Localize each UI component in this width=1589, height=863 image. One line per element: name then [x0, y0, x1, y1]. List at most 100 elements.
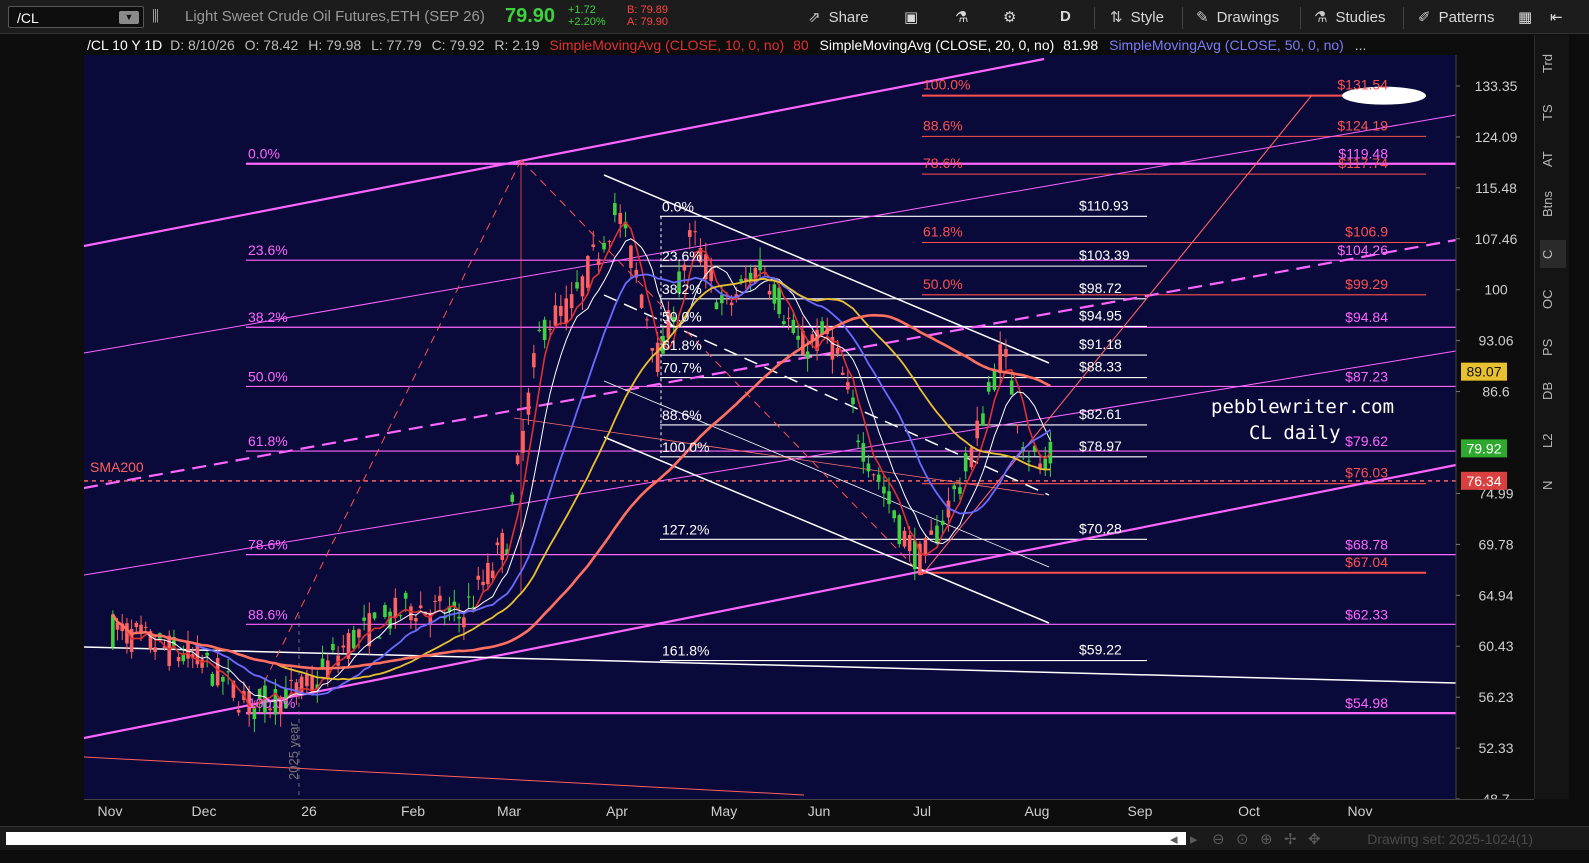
date-tick-label: Mar	[496, 803, 522, 819]
candle-body	[840, 372, 845, 375]
right-side-rail: Trd TS AT Btns C OC PS DB L2 N	[1534, 35, 1569, 799]
gear-icon[interactable]: ⚙	[1003, 8, 1016, 26]
candle-body	[1004, 349, 1008, 357]
candle-body	[134, 622, 139, 627]
collapse-icon[interactable]: ⇤	[1550, 8, 1563, 26]
watermark-line-2: CL daily	[1249, 422, 1341, 444]
fib-price-left: $87.23	[1345, 368, 1388, 384]
change-percent: +2.20%	[568, 16, 606, 28]
candle-body	[226, 671, 230, 673]
share-button[interactable]: ⇗ Share	[808, 8, 869, 26]
aggregation-button[interactable]: D	[1060, 8, 1071, 25]
grid-icon[interactable]: ▦	[1518, 8, 1532, 26]
fib-price-mid: $91.18	[1079, 336, 1122, 352]
date-tick-label: Apr	[606, 803, 628, 819]
fib-price-left: $79.62	[1345, 433, 1388, 449]
candle-body	[887, 491, 891, 505]
candle-body	[486, 562, 490, 585]
candle-body	[629, 245, 633, 268]
fib-price-left: $54.98	[1345, 695, 1388, 711]
candle-body	[351, 630, 356, 649]
price-tick-label: 56.23	[1478, 689, 1513, 705]
beaker-icon: ⚗	[1314, 9, 1328, 26]
rail-tab-l2[interactable]: L2	[1540, 427, 1566, 455]
hdr-range: R: 2.19	[494, 37, 539, 53]
drawings-button[interactable]: ✎ Drawings	[1196, 8, 1279, 26]
fib-pct-red: 88.6%	[923, 117, 963, 133]
candle-body	[537, 329, 542, 331]
candle-body	[835, 347, 840, 354]
fib-price-red: $67.04	[1345, 554, 1388, 570]
rail-tab-ts[interactable]: TS	[1540, 99, 1566, 127]
candle-body	[591, 244, 596, 247]
rail-tab-btns[interactable]: Btns	[1540, 185, 1566, 223]
chart-plot-area[interactable]: 0.0% $119.48 23.6% $104.26 38.2% $94.84 50.0% $…	[84, 35, 1534, 799]
candle-body	[559, 306, 563, 317]
candle-body	[714, 302, 719, 310]
rail-tab-at[interactable]: AT	[1540, 145, 1566, 173]
rail-tab-c[interactable]: C	[1540, 240, 1566, 268]
style-icon: ⇅	[1110, 9, 1123, 26]
hdr-more: ...	[1355, 37, 1367, 53]
zoom-out-icon[interactable]: ⊖	[1212, 830, 1225, 848]
date-tick-label: Nov	[1347, 803, 1373, 819]
rail-tab-oc[interactable]: OC	[1540, 285, 1566, 313]
rail-tab-trd[interactable]: Trd	[1540, 49, 1566, 77]
bid-ask: B: 79.89 A: 79.90	[627, 4, 668, 28]
vertical-scrollbar[interactable]	[1569, 35, 1589, 799]
camera-icon[interactable]: ▣	[904, 8, 918, 26]
scroll-right-icon[interactable]: ▸	[1190, 830, 1198, 848]
candle-body	[786, 317, 791, 319]
zoom-reset-icon[interactable]: ⊙	[1236, 830, 1249, 848]
candle-body	[720, 294, 724, 304]
candle-body	[357, 629, 361, 638]
symbol-selector[interactable]: /CL ▼	[8, 6, 144, 28]
fib-pct-mid: 23.6%	[662, 248, 702, 264]
horizontal-scrollbar[interactable]	[6, 832, 1186, 845]
fib-price-mid: $103.39	[1079, 247, 1130, 263]
patterns-button[interactable]: ✐ Patterns	[1418, 8, 1494, 26]
studies-button[interactable]: ⚗ Studies	[1314, 8, 1386, 26]
candle-body	[414, 618, 418, 622]
fib-price-mid: $78.97	[1079, 438, 1122, 454]
candle-body	[952, 485, 956, 490]
candle-body	[331, 644, 335, 651]
scroll-left-icon[interactable]: ◂	[1170, 830, 1178, 848]
candle-body	[398, 615, 403, 617]
flask-icon[interactable]: ⚗	[955, 8, 968, 26]
rail-tab-db[interactable]: DB	[1540, 377, 1566, 405]
candle-body	[772, 284, 777, 304]
style-button[interactable]: ⇅ Style	[1110, 8, 1164, 26]
channel-mid-line	[84, 114, 1457, 354]
fib-pct-left: 61.8%	[248, 433, 288, 449]
zoom-in-icon[interactable]: ⊕	[1260, 830, 1273, 848]
candle-body	[739, 279, 743, 282]
fib-price-left: $68.78	[1345, 537, 1388, 553]
chevron-down-icon[interactable]: ▼	[119, 11, 139, 24]
candle-body	[210, 674, 215, 686]
candle-body	[320, 658, 325, 667]
separator	[1182, 7, 1183, 29]
fib-price-mid: $88.33	[1079, 359, 1122, 375]
candle-body	[729, 302, 734, 306]
candle-body	[476, 575, 481, 580]
pan-icon[interactable]: ✥	[1308, 830, 1321, 848]
crosshair-icon[interactable]: ✢	[1284, 830, 1297, 848]
candle-body	[998, 344, 1002, 374]
patterns-icon: ✐	[1418, 9, 1431, 26]
candle-body	[289, 679, 293, 681]
instrument-description: Light Sweet Crude Oil Futures,ETH (SEP 2…	[185, 8, 485, 25]
fib-price-mid: $94.95	[1079, 307, 1122, 323]
bid-value: B: 79.89	[627, 4, 668, 16]
candle-body	[1027, 460, 1031, 462]
fib-pct-mid: 38.2%	[662, 281, 702, 297]
hdr-sma10-value: 80	[793, 37, 809, 53]
sliders-icon[interactable]: ⫼	[152, 8, 159, 25]
rail-tab-ps[interactable]: PS	[1540, 333, 1566, 361]
candle-body	[111, 614, 115, 648]
rail-tab-n[interactable]: N	[1540, 471, 1566, 499]
price-tick-label: 69.78	[1478, 536, 1513, 552]
candle-body	[569, 294, 574, 309]
candle-body	[876, 474, 881, 482]
candle-body	[963, 453, 968, 472]
